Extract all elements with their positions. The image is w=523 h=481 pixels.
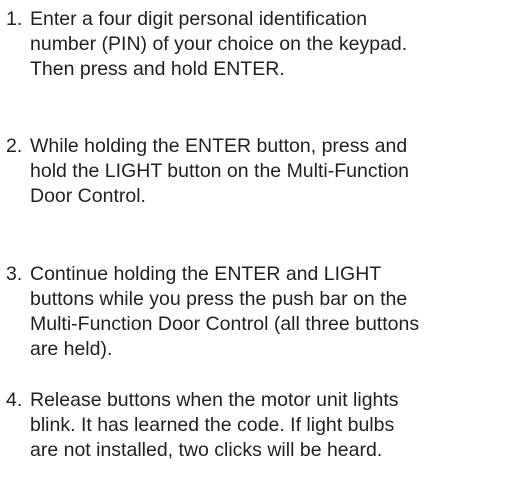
step-number: 3. xyxy=(6,263,23,285)
step-number: 2. xyxy=(6,135,23,157)
step-text: While holding the ENTER button, press an… xyxy=(30,135,410,207)
step-number: 4. xyxy=(6,389,23,411)
step-text: Continue holding the ENTER and LIGHT but… xyxy=(30,263,420,360)
step-number: 1. xyxy=(6,8,23,30)
step-text: Enter a four digit personal identificati… xyxy=(30,8,408,80)
step-text: Release buttons when the motor unit ligh… xyxy=(30,389,399,461)
